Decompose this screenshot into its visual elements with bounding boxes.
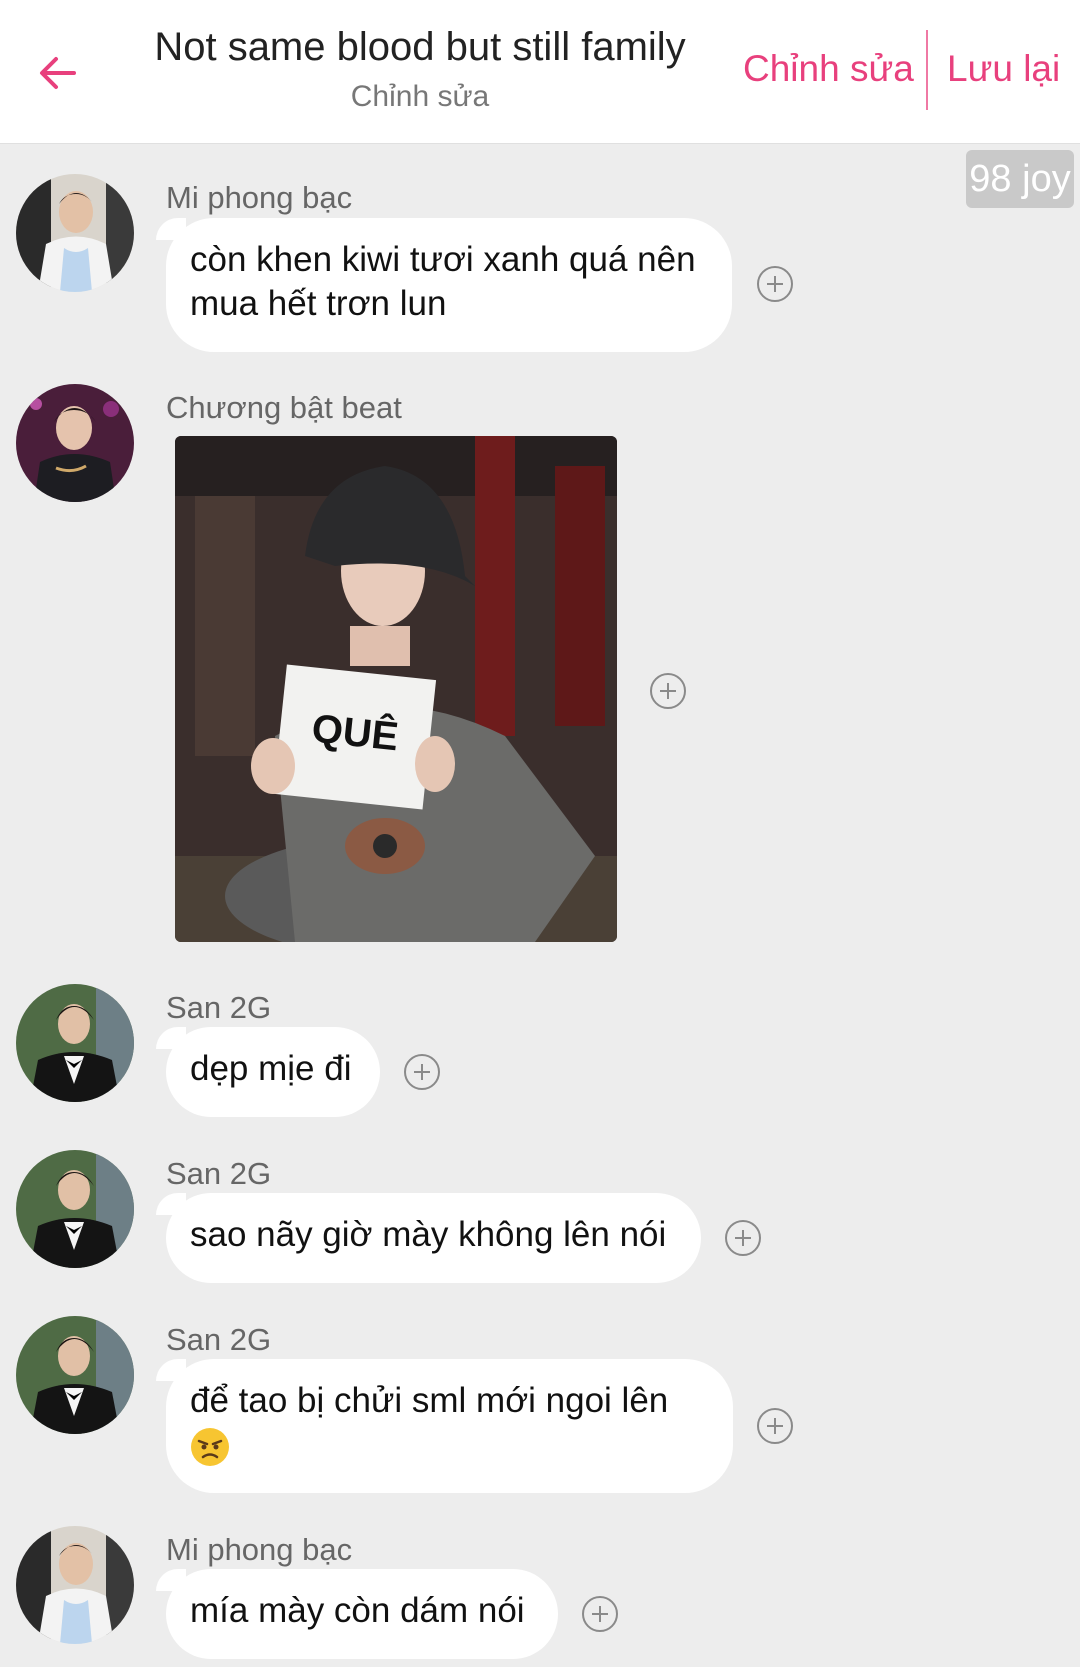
add-reaction-icon[interactable] (757, 266, 793, 302)
chat-subtitle: Chỉnh sửa (350, 80, 490, 113)
add-reaction-icon[interactable] (725, 1220, 761, 1256)
edit-button[interactable]: Chỉnh sửa (743, 48, 914, 90)
message-bubble[interactable]: dẹp mịe đi (156, 1027, 380, 1117)
message-bubble[interactable]: mía mày còn dám nói (156, 1569, 558, 1659)
joy-badge: 98 joy (966, 150, 1074, 208)
add-reaction-icon[interactable] (582, 1596, 618, 1632)
avatar-san-2g[interactable] (16, 1316, 134, 1434)
avatar-chuong-bat-beat[interactable] (16, 384, 134, 502)
save-button[interactable]: Lưu lại (947, 48, 1060, 90)
chat-header: Not same blood but still family Chỉnh sử… (0, 0, 1080, 144)
avatar-san-2g[interactable] (16, 984, 134, 1102)
header-divider (926, 30, 928, 110)
sender-name: Mi phong bạc (166, 180, 353, 215)
chat-title: Not same blood but still family (154, 25, 686, 69)
message-bubble[interactable]: để tao bị chửi sml mới ngoi lên (156, 1359, 733, 1493)
add-reaction-icon[interactable] (404, 1054, 440, 1090)
avatar-mi-phong-bac[interactable] (16, 174, 134, 292)
sticker-image[interactable]: QUÊ (175, 436, 617, 942)
sender-name: San 2G (166, 1322, 272, 1357)
angry-face-emoji (191, 1427, 229, 1466)
add-reaction-icon[interactable] (757, 1408, 793, 1444)
sender-name: San 2G (166, 1156, 272, 1191)
sender-name: Mi phong bạc (166, 1532, 353, 1567)
sender-name: Chương bật beat (166, 390, 402, 425)
sender-name: San 2G (166, 990, 272, 1025)
arrow-left-icon (40, 57, 76, 89)
avatar-san-2g[interactable] (16, 1150, 134, 1268)
message-bubble[interactable]: sao nãy giờ mày không lên nói (156, 1193, 701, 1283)
back-button[interactable] (30, 45, 86, 101)
message-text: để tao bị chửi sml mới ngoi lên (190, 1381, 669, 1420)
add-reaction-icon[interactable] (650, 673, 686, 709)
message-bubble[interactable]: còn khen kiwi tươi xanh quá nên mua hết … (156, 218, 732, 352)
avatar-mi-phong-bac[interactable] (16, 1526, 134, 1644)
